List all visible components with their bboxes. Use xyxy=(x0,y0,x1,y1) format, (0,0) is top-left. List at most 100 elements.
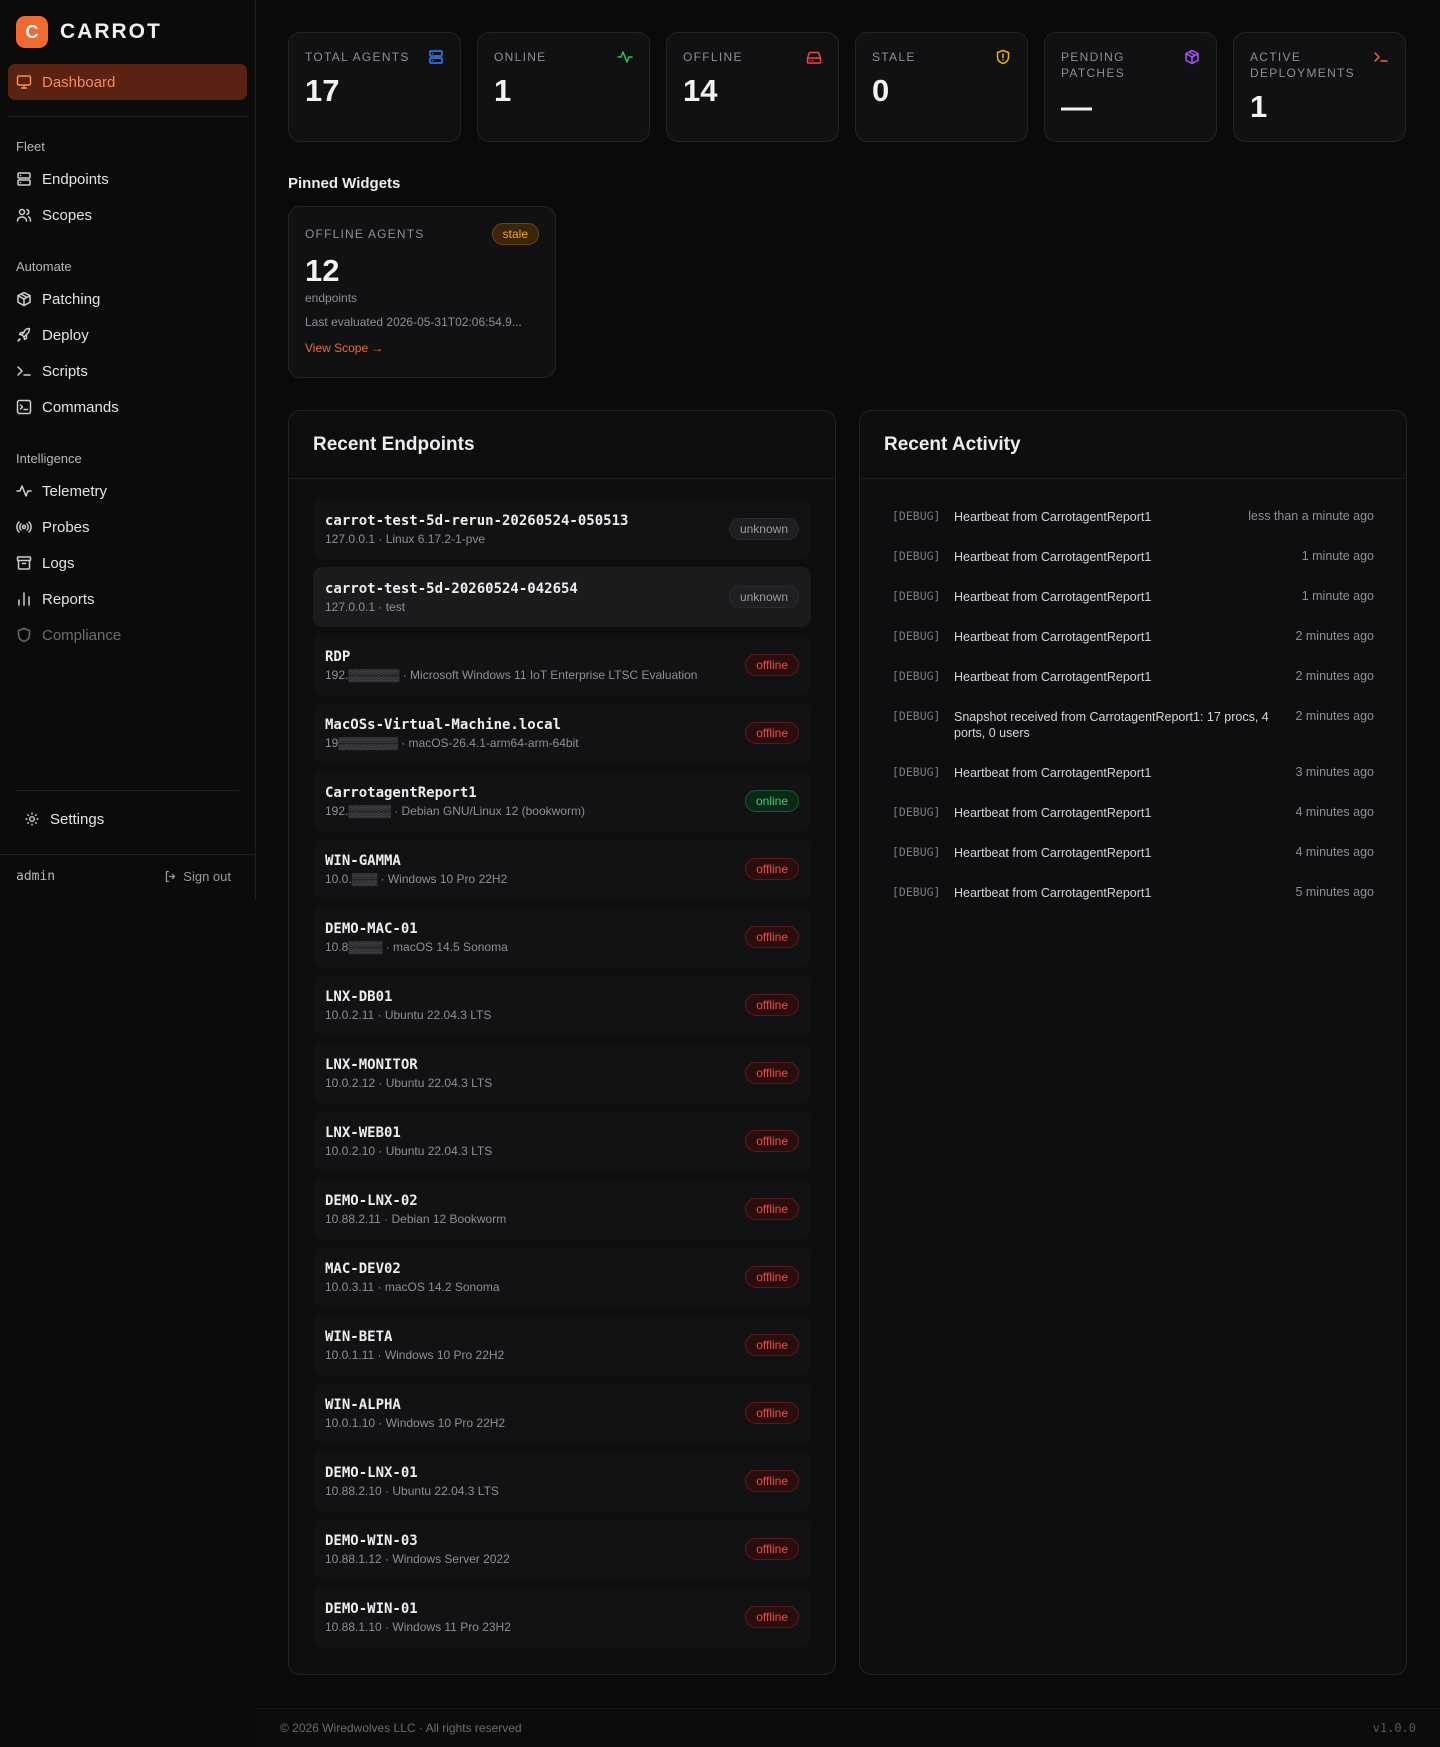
sidebar-item-deploy[interactable]: Deploy xyxy=(8,317,247,353)
status-badge: offline xyxy=(745,926,799,948)
endpoint-row[interactable]: DEMO-MAC-01 10.8▒▒▒▒ · macOS 14.5 Sonoma o… xyxy=(313,907,811,967)
endpoint-meta: 10.0.2.10 · Ubuntu 22.04.3 LTS xyxy=(325,1143,493,1158)
sidebar-item-compliance[interactable]: Compliance xyxy=(8,617,247,653)
sign-out-button[interactable]: Sign out xyxy=(164,869,231,884)
endpoint-row[interactable]: MacOSs-Virtual-Machine.local 19▒▒▒▒▒▒▒ · … xyxy=(313,703,811,763)
endpoint-name: MacOSs-Virtual-Machine.local xyxy=(325,716,562,733)
sidebar-item-scopes[interactable]: Scopes xyxy=(8,197,247,233)
sidebar-item-label: Commands xyxy=(42,398,119,416)
activity-icon xyxy=(617,49,633,65)
activity-row: [DEBUG] Heartbeat from CarrotagentReport1… xyxy=(892,805,1374,821)
stat-label: ONLINE xyxy=(494,50,547,64)
activity-message: Heartbeat from CarrotagentReport1 xyxy=(954,590,1152,604)
endpoint-meta: 127.0.0.1 · test xyxy=(325,599,406,614)
rocket-icon xyxy=(16,327,32,343)
stat-label: ACTIVE DEPLOYMENTS xyxy=(1250,50,1355,80)
endpoint-row[interactable]: carrot-test-5d-20260524-042654 127.0.0.1 … xyxy=(313,567,811,627)
sidebar-item-endpoints[interactable]: Endpoints xyxy=(8,161,247,197)
sidebar-item-probes[interactable]: Probes xyxy=(8,509,247,545)
status-badge: offline xyxy=(745,1606,799,1628)
activity-time: 2 minutes ago xyxy=(1295,629,1374,643)
endpoint-row[interactable]: LNX-WEB01 10.0.2.10 · Ubuntu 22.04.3 LTS o… xyxy=(313,1111,811,1171)
widget-unit: endpoints xyxy=(305,291,358,305)
endpoint-name: DEMO-LNX-02 xyxy=(325,1192,418,1209)
activity-row: [DEBUG] Snapshot received from Carrotagen… xyxy=(892,709,1374,741)
endpoint-row[interactable]: DEMO-WIN-03 10.88.1.12 · Windows Server 2… xyxy=(313,1519,811,1579)
endpoint-name: RDP xyxy=(325,648,351,665)
server-icon xyxy=(428,49,444,65)
username: admin xyxy=(16,869,56,884)
recent-activity-panel: Recent Activity [DEBUG] Heartbeat from Ca… xyxy=(859,410,1407,1675)
stat-card[interactable]: TOTAL AGENTS 17 xyxy=(288,32,461,142)
activity-row: [DEBUG] Heartbeat from CarrotagentReport1… xyxy=(892,589,1374,605)
stats-row: TOTAL AGENTS 17 ONLINE 1 OFFLINE 14 STALE 0 PEND… xyxy=(288,32,1406,142)
shield-alert-icon xyxy=(995,49,1011,65)
sidebar-item-logs[interactable]: Logs xyxy=(8,545,247,581)
endpoint-name: CarrotagentReport1 xyxy=(325,784,477,801)
sidebar-item-label: Compliance xyxy=(42,626,122,644)
endpoint-meta: 10.0.2.11 · Ubuntu 22.04.3 LTS xyxy=(325,1007,492,1022)
status-badge: stale xyxy=(491,223,539,245)
sidebar-item-scripts[interactable]: Scripts xyxy=(8,353,247,389)
activity-message: Heartbeat from CarrotagentReport1 xyxy=(954,806,1152,820)
endpoint-row[interactable]: RDP 192.▒▒▒▒▒▒ · Microsoft Windows 11 IoT… xyxy=(313,635,811,695)
status-badge: offline xyxy=(745,1402,799,1424)
activity-row: [DEBUG] Heartbeat from CarrotagentReport1… xyxy=(892,845,1374,861)
sidebar-item-settings[interactable]: Settings xyxy=(16,801,239,837)
stat-value: — xyxy=(1061,89,1092,124)
endpoint-meta: 10.88.2.10 · Ubuntu 22.04.3 LTS xyxy=(325,1483,499,1498)
sidebar: C CARROT Dashboard Fleet Endpoints Scopes A… xyxy=(0,0,256,900)
status-badge: offline xyxy=(745,1470,799,1492)
stat-card[interactable]: ACTIVE DEPLOYMENTS 1 xyxy=(1233,32,1406,142)
log-level: [DEBUG] xyxy=(892,589,941,603)
log-level: [DEBUG] xyxy=(892,765,941,779)
status-badge: offline xyxy=(745,1266,799,1288)
endpoint-row[interactable]: WIN-GAMMA 10.0.▒▒▒ · Windows 10 Pro 22H2 o… xyxy=(313,839,811,899)
status-badge: unknown xyxy=(728,518,799,540)
endpoint-meta: 192.▒▒▒▒▒▒ · Microsoft Windows 11 IoT En… xyxy=(325,667,698,682)
terminal-icon xyxy=(16,363,32,379)
gear-icon xyxy=(24,811,40,827)
stat-card[interactable]: ONLINE 1 xyxy=(477,32,650,142)
endpoint-row[interactable]: DEMO-LNX-01 10.88.2.10 · Ubuntu 22.04.3 L… xyxy=(313,1451,811,1511)
activity-message: Heartbeat from CarrotagentReport1 xyxy=(954,766,1152,780)
endpoint-row[interactable]: carrot-test-5d-rerun-20260524-050513 127.… xyxy=(313,499,811,559)
sidebar-item-dashboard[interactable]: Dashboard xyxy=(8,64,247,100)
sidebar-item-label: Scopes xyxy=(42,206,93,224)
endpoint-row[interactable]: MAC-DEV02 10.0.3.11 · macOS 14.2 Sonoma of… xyxy=(313,1247,811,1307)
stat-label: TOTAL AGENTS xyxy=(305,50,410,64)
endpoint-row[interactable]: WIN-ALPHA 10.0.1.10 · Windows 10 Pro 22H2… xyxy=(313,1383,811,1443)
archive-icon xyxy=(16,555,32,571)
activity-row: [DEBUG] Heartbeat from CarrotagentReport1… xyxy=(892,509,1374,525)
status-badge: offline xyxy=(745,654,799,676)
sidebar-item-reports[interactable]: Reports xyxy=(8,581,247,617)
sidebar-item-telemetry[interactable]: Telemetry xyxy=(8,473,247,509)
activity-time: 2 minutes ago xyxy=(1295,709,1374,723)
brand[interactable]: C CARROT xyxy=(0,0,255,64)
endpoint-row[interactable]: DEMO-WIN-01 10.88.1.10 · Windows 11 Pro 2… xyxy=(313,1587,811,1647)
endpoint-row[interactable]: WIN-BETA 10.0.1.11 · Windows 10 Pro 22H2 o… xyxy=(313,1315,811,1375)
sidebar-item-commands[interactable]: Commands xyxy=(8,389,247,425)
activity-list: [DEBUG] Heartbeat from CarrotagentReport1… xyxy=(860,479,1406,901)
nav-sections: Fleet Endpoints Scopes Automate Patching Depl… xyxy=(0,133,255,653)
radio-icon xyxy=(16,519,32,535)
endpoint-row[interactable]: DEMO-LNX-02 10.88.2.11 · Debian 12 Bookwo… xyxy=(313,1179,811,1239)
endpoint-row[interactable]: CarrotagentReport1 192.▒▒▒▒▒ · Debian GNU… xyxy=(313,771,811,831)
endpoint-row[interactable]: LNX-DB01 10.0.2.11 · Ubuntu 22.04.3 LTS of… xyxy=(313,975,811,1035)
stat-card[interactable]: STALE 0 xyxy=(855,32,1028,142)
stat-label: STALE xyxy=(872,50,916,64)
endpoint-row[interactable]: LNX-MONITOR 10.0.2.12 · Ubuntu 22.04.3 LT… xyxy=(313,1043,811,1103)
sidebar-item-patching[interactable]: Patching xyxy=(8,281,247,317)
status-badge: offline xyxy=(745,1538,799,1560)
endpoint-name: LNX-DB01 xyxy=(325,988,393,1005)
brand-logo: C xyxy=(16,16,48,48)
sidebar-item-label: Settings xyxy=(50,810,105,828)
stat-card[interactable]: OFFLINE 14 xyxy=(666,32,839,142)
activity-message: Heartbeat from CarrotagentReport1 xyxy=(954,886,1152,900)
stat-card[interactable]: PENDING PATCHES — xyxy=(1044,32,1217,142)
view-scope-link[interactable]: View Scope → xyxy=(305,341,539,355)
sidebar-item-label: Endpoints xyxy=(42,170,109,188)
pinned-widget-offline-agents[interactable]: OFFLINE AGENTS stale 12 endpoints Last e… xyxy=(288,206,556,378)
activity-time: 1 minute ago xyxy=(1301,589,1374,603)
users-icon xyxy=(16,207,32,223)
